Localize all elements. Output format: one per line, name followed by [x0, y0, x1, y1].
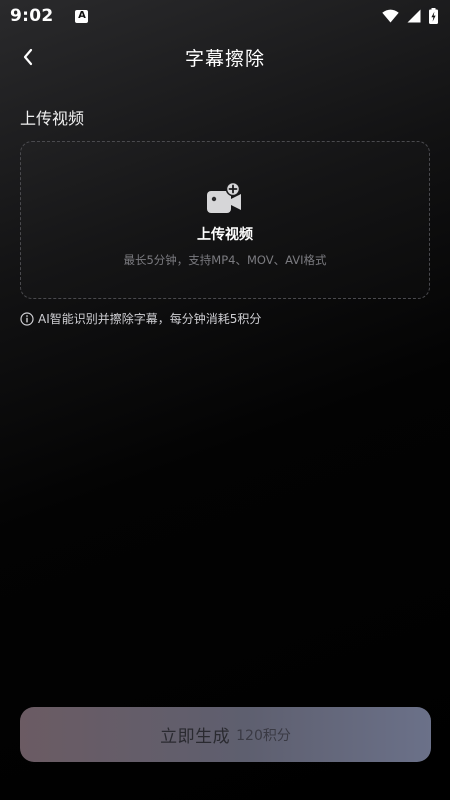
signal-icon [407, 9, 421, 23]
app-notification-icon: A [75, 9, 89, 23]
status-bar: 9:02 A [0, 0, 450, 32]
video-camera-plus-icon [207, 183, 241, 213]
generate-cost-label: 120积分 [236, 727, 291, 744]
wifi-icon [382, 9, 399, 23]
status-time: 9:02 [10, 6, 54, 26]
app-notification-letter: A [78, 10, 86, 21]
battery-charging-icon [429, 8, 438, 24]
page-title: 字幕擦除 [184, 47, 265, 70]
nav-bar: 字幕擦除 [0, 32, 450, 82]
info-notice: AI智能识别并擦除字幕，每分钟消耗5积分 [20, 310, 261, 327]
back-button[interactable] [14, 42, 42, 72]
generate-button[interactable]: 立即生成 120积分 [20, 707, 431, 762]
status-icons [382, 8, 438, 24]
upload-video-area[interactable]: 上传视频 最长5分钟，支持MP4、MOV、AVI格式 [20, 141, 430, 299]
info-text: AI智能识别并擦除字幕，每分钟消耗5积分 [38, 312, 262, 326]
chevron-left-icon [23, 48, 33, 66]
info-circle-icon [20, 311, 34, 326]
upload-format-hint: 最长5分钟，支持MP4、MOV、AVI格式 [123, 253, 327, 267]
upload-section-title: 上传视频 [20, 109, 85, 128]
generate-button-label: 立即生成 [160, 727, 231, 747]
upload-video-label: 上传视频 [197, 227, 253, 243]
